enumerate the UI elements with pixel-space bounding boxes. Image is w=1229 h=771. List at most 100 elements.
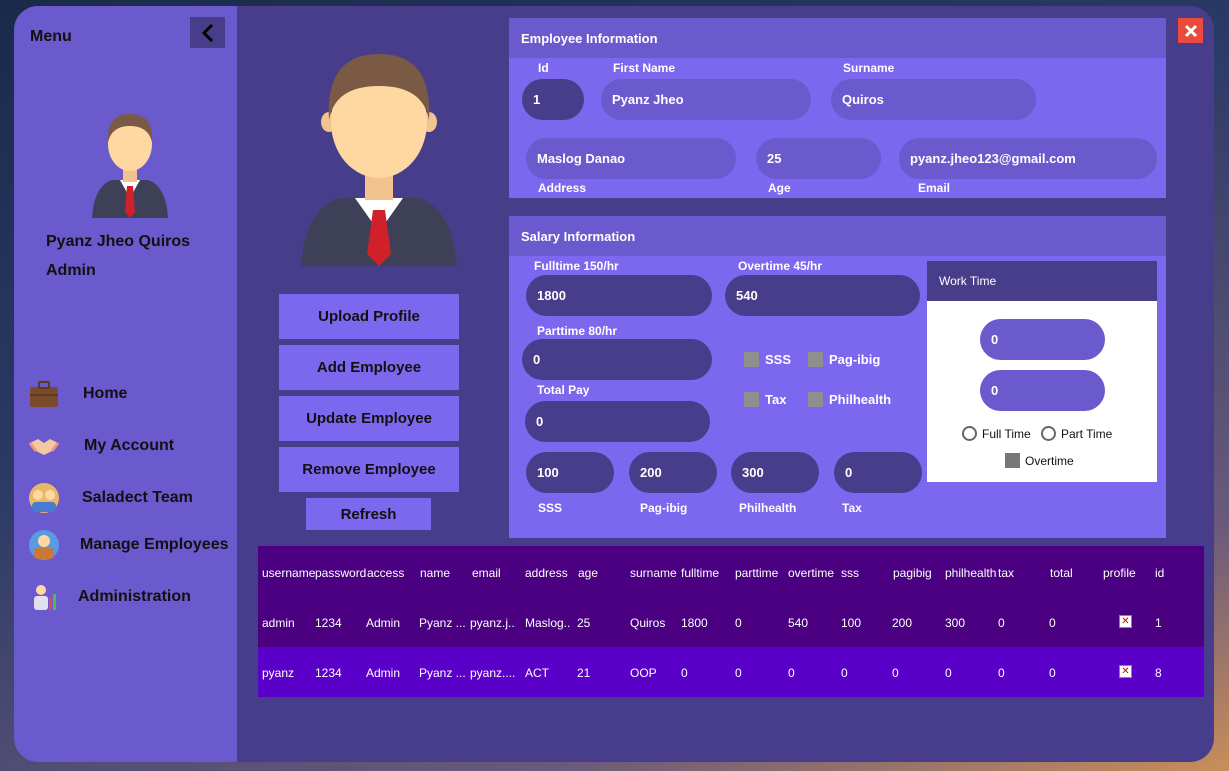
parttime-field[interactable]: 0 <box>522 339 712 380</box>
work-time-header: Work Time <box>927 261 1157 301</box>
column-header-access[interactable]: access <box>367 566 404 580</box>
overtime-field[interactable]: 540 <box>725 275 920 316</box>
cell-id[interactable]: 8 <box>1155 666 1162 680</box>
cell-username[interactable]: admin <box>262 616 295 630</box>
cell-pagibig[interactable]: 200 <box>892 616 912 630</box>
cell-overtime[interactable]: 540 <box>788 616 808 630</box>
pagibig-deduction-field[interactable]: 200 <box>629 452 717 493</box>
sss-checkbox-box <box>744 352 759 367</box>
cell-name[interactable]: Pyanz ... <box>419 616 465 630</box>
cell-address[interactable]: ACT <box>525 666 549 680</box>
column-header-surname[interactable]: surname <box>630 566 677 580</box>
cell-parttime[interactable]: 0 <box>735 666 742 680</box>
column-header-profile[interactable]: profile <box>1103 566 1136 580</box>
tax-checkbox[interactable]: Tax <box>744 392 786 407</box>
cell-tax[interactable]: 0 <box>998 666 1005 680</box>
cell-email[interactable]: pyanz.... <box>470 666 515 680</box>
cell-access[interactable]: Admin <box>366 616 400 630</box>
first-name-field[interactable]: Pyanz Jheo <box>601 79 811 120</box>
nav-administration[interactable]: Administration <box>28 581 191 613</box>
sss-deduction-field[interactable]: 100 <box>526 452 614 493</box>
column-header-fulltime[interactable]: fulltime <box>681 566 719 580</box>
cell-fulltime[interactable]: 0 <box>681 666 688 680</box>
pagibig-checkbox[interactable]: Pag-ibig <box>808 352 880 367</box>
cell-sss[interactable]: 0 <box>841 666 848 680</box>
column-header-parttime[interactable]: parttime <box>735 566 778 580</box>
email-field[interactable]: pyanz.jheo123@gmail.com <box>899 138 1157 179</box>
cell-id[interactable]: 1 <box>1155 616 1162 630</box>
full-time-radio-circle <box>962 426 977 441</box>
table-row[interactable]: admin 1234 Admin Pyanz ... pyanz.j... Maslog.… <box>258 597 1204 647</box>
remove-employee-button[interactable]: Remove Employee <box>279 447 459 492</box>
user-avatar <box>92 114 168 218</box>
cell-sss[interactable]: 100 <box>841 616 861 630</box>
cell-access[interactable]: Admin <box>366 666 400 680</box>
surname-field[interactable]: Quiros <box>831 79 1036 120</box>
parttime-label: Parttime 80/hr <box>537 324 618 338</box>
cell-philhealth[interactable]: 300 <box>945 616 965 630</box>
sss-checkbox[interactable]: SSS <box>744 352 791 367</box>
nav-manage-employees[interactable]: Manage Employees <box>28 529 229 561</box>
cell-pagibig[interactable]: 0 <box>892 666 899 680</box>
column-header-address[interactable]: address <box>525 566 568 580</box>
column-header-total[interactable]: total <box>1050 566 1073 580</box>
column-header-tax[interactable]: tax <box>998 566 1014 580</box>
column-header-age[interactable]: age <box>578 566 598 580</box>
total-pay-field[interactable]: 0 <box>525 401 710 442</box>
tax-deduction-label: Tax <box>842 501 862 515</box>
philhealth-checkbox[interactable]: Philhealth <box>808 392 891 407</box>
cell-address[interactable]: Maslog... <box>525 616 571 630</box>
employee-table[interactable]: username password access name email address ag… <box>258 546 1204 697</box>
cell-age[interactable]: 21 <box>577 666 590 680</box>
column-header-username[interactable]: username <box>262 566 315 580</box>
close-button[interactable] <box>1178 18 1203 43</box>
part-time-radio-label: Part Time <box>1061 426 1113 441</box>
refresh-button[interactable]: Refresh <box>306 498 431 530</box>
cell-total[interactable]: 0 <box>1049 666 1056 680</box>
column-header-philhealth[interactable]: philhealth <box>945 566 996 580</box>
column-header-overtime[interactable]: overtime <box>788 566 834 580</box>
philhealth-deduction-field[interactable]: 300 <box>731 452 819 493</box>
column-header-email[interactable]: email <box>472 566 501 580</box>
cell-parttime[interactable]: 0 <box>735 616 742 630</box>
cell-overtime[interactable]: 0 <box>788 666 795 680</box>
cell-password[interactable]: 1234 <box>315 616 342 630</box>
fulltime-field[interactable]: 1800 <box>526 275 712 316</box>
column-header-id[interactable]: id <box>1155 566 1164 580</box>
part-time-radio[interactable]: Part Time <box>1041 426 1112 441</box>
table-row[interactable]: pyanz 1234 Admin Pyanz ... pyanz.... ACT 21 OOP… <box>258 647 1204 697</box>
overtime-checkbox-label: Overtime <box>1025 453 1074 468</box>
update-employee-button[interactable]: Update Employee <box>279 396 459 441</box>
tax-deduction-field[interactable]: 0 <box>834 452 922 493</box>
cell-surname[interactable]: OOP <box>630 666 657 680</box>
column-header-name[interactable]: name <box>420 566 450 580</box>
work-hours-field-2[interactable]: 0 <box>980 370 1105 411</box>
cell-fulltime[interactable]: 1800 <box>681 616 708 630</box>
full-time-radio[interactable]: Full Time <box>962 426 1031 441</box>
id-field[interactable]: 1 <box>522 79 584 120</box>
cell-username[interactable]: pyanz <box>262 666 294 680</box>
upload-profile-button[interactable]: Upload Profile <box>279 294 459 339</box>
broken-image-icon: ✕ <box>1119 615 1132 628</box>
column-header-pagibig[interactable]: pagibig <box>893 566 932 580</box>
nav-home[interactable]: Home <box>28 378 127 410</box>
address-field[interactable]: Maslog Danao <box>526 138 736 179</box>
collapse-sidebar-button[interactable] <box>190 17 225 48</box>
age-field[interactable]: 25 <box>756 138 881 179</box>
cell-password[interactable]: 1234 <box>315 666 342 680</box>
overtime-checkbox[interactable]: Overtime <box>1005 453 1074 468</box>
cell-total[interactable]: 0 <box>1049 616 1056 630</box>
cell-name[interactable]: Pyanz ... <box>419 666 465 680</box>
cell-philhealth[interactable]: 0 <box>945 666 952 680</box>
cell-surname[interactable]: Quiros <box>630 616 665 630</box>
work-hours-field-1[interactable]: 0 <box>980 319 1105 360</box>
cell-age[interactable]: 25 <box>577 616 590 630</box>
cell-tax[interactable]: 0 <box>998 616 1005 630</box>
nav-saladect-team[interactable]: Saladect Team <box>28 482 193 514</box>
column-header-password[interactable]: password <box>315 566 366 580</box>
column-header-sss[interactable]: sss <box>841 566 859 580</box>
menu-title: Menu <box>30 28 72 45</box>
nav-my-account[interactable]: My Account <box>28 430 174 462</box>
cell-email[interactable]: pyanz.j... <box>470 616 516 630</box>
add-employee-button[interactable]: Add Employee <box>279 345 459 390</box>
